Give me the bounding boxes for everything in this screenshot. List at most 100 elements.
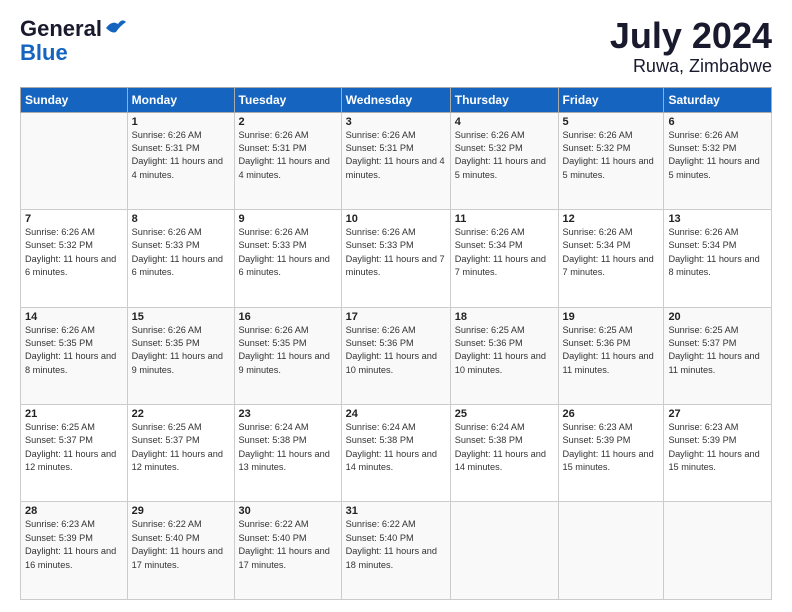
sunrise: Sunrise: 6:26 AM	[132, 325, 202, 335]
day-number: 21	[25, 408, 123, 420]
day-number: 17	[346, 311, 446, 323]
day-info: Sunrise: 6:24 AM Sunset: 5:38 PM Dayligh…	[346, 421, 446, 474]
calendar-cell: 24 Sunrise: 6:24 AM Sunset: 5:38 PM Dayl…	[341, 405, 450, 502]
calendar-cell: 23 Sunrise: 6:24 AM Sunset: 5:38 PM Dayl…	[234, 405, 341, 502]
day-info: Sunrise: 6:25 AM Sunset: 5:36 PM Dayligh…	[563, 324, 660, 377]
day-number: 20	[668, 311, 767, 323]
sunrise: Sunrise: 6:26 AM	[239, 227, 309, 237]
day-number: 3	[346, 116, 446, 128]
week-row-2: 14 Sunrise: 6:26 AM Sunset: 5:35 PM Dayl…	[21, 307, 772, 404]
week-row-4: 28 Sunrise: 6:23 AM Sunset: 5:39 PM Dayl…	[21, 502, 772, 600]
logo-general-text: General	[20, 16, 102, 42]
day-number: 28	[25, 505, 123, 517]
calendar-cell: 22 Sunrise: 6:25 AM Sunset: 5:37 PM Dayl…	[127, 405, 234, 502]
day-info: Sunrise: 6:26 AM Sunset: 5:33 PM Dayligh…	[346, 226, 446, 279]
daylight: Daylight: 11 hours and 12 minutes.	[132, 449, 223, 472]
sunset: Sunset: 5:39 PM	[668, 435, 736, 445]
daylight: Daylight: 11 hours and 5 minutes.	[668, 156, 759, 179]
calendar-cell: 6 Sunrise: 6:26 AM Sunset: 5:32 PM Dayli…	[664, 112, 772, 209]
calendar-cell: 15 Sunrise: 6:26 AM Sunset: 5:35 PM Dayl…	[127, 307, 234, 404]
header-tuesday: Tuesday	[234, 87, 341, 112]
day-number: 12	[563, 213, 660, 225]
sunrise: Sunrise: 6:25 AM	[25, 422, 95, 432]
day-number: 2	[239, 116, 337, 128]
day-info: Sunrise: 6:22 AM Sunset: 5:40 PM Dayligh…	[346, 518, 446, 571]
sunrise: Sunrise: 6:26 AM	[25, 325, 95, 335]
sunrise: Sunrise: 6:24 AM	[239, 422, 309, 432]
day-number: 24	[346, 408, 446, 420]
day-number: 13	[668, 213, 767, 225]
day-number: 15	[132, 311, 230, 323]
day-info: Sunrise: 6:26 AM Sunset: 5:31 PM Dayligh…	[239, 129, 337, 182]
header: General Blue July 2024 Ruwa, Zimbabwe	[20, 16, 772, 77]
calendar-cell: 7 Sunrise: 6:26 AM Sunset: 5:32 PM Dayli…	[21, 210, 128, 307]
day-number: 10	[346, 213, 446, 225]
day-info: Sunrise: 6:26 AM Sunset: 5:35 PM Dayligh…	[239, 324, 337, 377]
sunset: Sunset: 5:38 PM	[239, 435, 307, 445]
daylight: Daylight: 11 hours and 10 minutes.	[346, 351, 437, 374]
calendar-cell: 5 Sunrise: 6:26 AM Sunset: 5:32 PM Dayli…	[558, 112, 664, 209]
day-number: 26	[563, 408, 660, 420]
sunset: Sunset: 5:32 PM	[455, 143, 523, 153]
sunset: Sunset: 5:33 PM	[346, 240, 414, 250]
sunset: Sunset: 5:36 PM	[346, 338, 414, 348]
sunrise: Sunrise: 6:25 AM	[668, 325, 738, 335]
sunrise: Sunrise: 6:26 AM	[455, 227, 525, 237]
sunset: Sunset: 5:31 PM	[239, 143, 307, 153]
day-number: 8	[132, 213, 230, 225]
day-info: Sunrise: 6:26 AM Sunset: 5:36 PM Dayligh…	[346, 324, 446, 377]
week-row-1: 7 Sunrise: 6:26 AM Sunset: 5:32 PM Dayli…	[21, 210, 772, 307]
daylight: Daylight: 11 hours and 4 minutes.	[239, 156, 330, 179]
sunrise: Sunrise: 6:26 AM	[132, 227, 202, 237]
day-number: 7	[25, 213, 123, 225]
sunrise: Sunrise: 6:23 AM	[668, 422, 738, 432]
day-info: Sunrise: 6:25 AM Sunset: 5:37 PM Dayligh…	[132, 421, 230, 474]
calendar-cell: 12 Sunrise: 6:26 AM Sunset: 5:34 PM Dayl…	[558, 210, 664, 307]
calendar-table: Sunday Monday Tuesday Wednesday Thursday…	[20, 87, 772, 600]
daylight: Daylight: 11 hours and 15 minutes.	[563, 449, 654, 472]
sunset: Sunset: 5:35 PM	[25, 338, 93, 348]
sunset: Sunset: 5:32 PM	[563, 143, 631, 153]
calendar-cell: 4 Sunrise: 6:26 AM Sunset: 5:32 PM Dayli…	[450, 112, 558, 209]
day-info: Sunrise: 6:26 AM Sunset: 5:34 PM Dayligh…	[563, 226, 660, 279]
day-number: 25	[455, 408, 554, 420]
day-info: Sunrise: 6:25 AM Sunset: 5:37 PM Dayligh…	[25, 421, 123, 474]
sunrise: Sunrise: 6:26 AM	[239, 325, 309, 335]
sunrise: Sunrise: 6:25 AM	[563, 325, 633, 335]
day-info: Sunrise: 6:26 AM Sunset: 5:32 PM Dayligh…	[455, 129, 554, 182]
daylight: Daylight: 11 hours and 18 minutes.	[346, 546, 437, 569]
daylight: Daylight: 11 hours and 16 minutes.	[25, 546, 116, 569]
daylight: Daylight: 11 hours and 15 minutes.	[668, 449, 759, 472]
day-number: 14	[25, 311, 123, 323]
daylight: Daylight: 11 hours and 4 minutes.	[346, 156, 445, 179]
sunrise: Sunrise: 6:26 AM	[346, 227, 416, 237]
daylight: Daylight: 11 hours and 8 minutes.	[25, 351, 116, 374]
sunset: Sunset: 5:37 PM	[668, 338, 736, 348]
page: General Blue July 2024 Ruwa, Zimbabwe Su…	[0, 0, 792, 612]
sunrise: Sunrise: 6:24 AM	[455, 422, 525, 432]
calendar-cell: 18 Sunrise: 6:25 AM Sunset: 5:36 PM Dayl…	[450, 307, 558, 404]
day-info: Sunrise: 6:26 AM Sunset: 5:32 PM Dayligh…	[563, 129, 660, 182]
calendar-cell: 19 Sunrise: 6:25 AM Sunset: 5:36 PM Dayl…	[558, 307, 664, 404]
day-number: 27	[668, 408, 767, 420]
day-info: Sunrise: 6:26 AM Sunset: 5:35 PM Dayligh…	[25, 324, 123, 377]
daylight: Daylight: 11 hours and 6 minutes.	[239, 254, 330, 277]
day-info: Sunrise: 6:24 AM Sunset: 5:38 PM Dayligh…	[239, 421, 337, 474]
calendar-cell: 26 Sunrise: 6:23 AM Sunset: 5:39 PM Dayl…	[558, 405, 664, 502]
sunrise: Sunrise: 6:26 AM	[455, 130, 525, 140]
day-info: Sunrise: 6:22 AM Sunset: 5:40 PM Dayligh…	[239, 518, 337, 571]
calendar-cell: 30 Sunrise: 6:22 AM Sunset: 5:40 PM Dayl…	[234, 502, 341, 600]
day-info: Sunrise: 6:26 AM Sunset: 5:33 PM Dayligh…	[132, 226, 230, 279]
daylight: Daylight: 11 hours and 14 minutes.	[346, 449, 437, 472]
day-number: 18	[455, 311, 554, 323]
day-info: Sunrise: 6:26 AM Sunset: 5:33 PM Dayligh…	[239, 226, 337, 279]
day-number: 5	[563, 116, 660, 128]
sunset: Sunset: 5:31 PM	[132, 143, 200, 153]
logo-blue-text: Blue	[20, 40, 126, 66]
sunrise: Sunrise: 6:26 AM	[563, 227, 633, 237]
day-number: 22	[132, 408, 230, 420]
sunset: Sunset: 5:34 PM	[455, 240, 523, 250]
calendar-cell: 16 Sunrise: 6:26 AM Sunset: 5:35 PM Dayl…	[234, 307, 341, 404]
header-thursday: Thursday	[450, 87, 558, 112]
sunset: Sunset: 5:34 PM	[563, 240, 631, 250]
